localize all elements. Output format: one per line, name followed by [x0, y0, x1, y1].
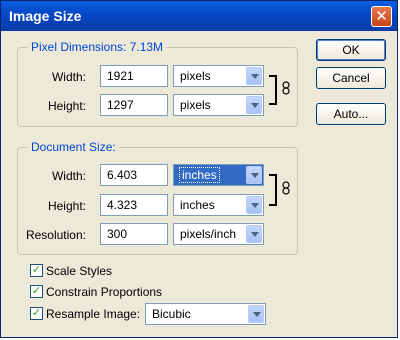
cancel-button[interactable]: Cancel: [316, 67, 386, 89]
doc-link-bracket: [269, 174, 277, 206]
pixel-width-unit-select[interactable]: pixels: [173, 65, 264, 87]
pixel-width-label: Width:: [51, 70, 86, 84]
doc-width-unit-value: inches: [179, 167, 220, 183]
chevron-down-icon[interactable]: [246, 96, 262, 114]
resample-method-select[interactable]: Bicubic: [145, 303, 266, 325]
chain-link-icon: [282, 81, 290, 95]
resolution-label: Resolution:: [25, 228, 86, 242]
pixel-width-input[interactable]: 1921: [100, 65, 168, 87]
chevron-down-icon[interactable]: [248, 305, 264, 323]
resample-image-label[interactable]: Resample Image:: [46, 307, 140, 321]
resolution-unit-select[interactable]: pixels/inch: [173, 223, 264, 245]
auto-button[interactable]: Auto...: [316, 103, 386, 125]
resample-image-checkbox[interactable]: ✓: [30, 306, 43, 320]
pixel-height-unit-select[interactable]: pixels: [173, 94, 264, 116]
resample-method-value: Bicubic: [152, 307, 191, 321]
close-icon: ✕: [375, 7, 388, 25]
pixel-link-bracket: [269, 75, 277, 105]
doc-height-input[interactable]: 4.323: [100, 194, 168, 216]
doc-width-input[interactable]: 6.403: [100, 164, 168, 186]
constrain-proportions-checkbox[interactable]: ✓: [30, 284, 43, 298]
doc-height-label: Height:: [47, 199, 86, 213]
pixel-height-unit-value: pixels: [180, 98, 211, 112]
constrain-proportions-label[interactable]: Constrain Proportions: [46, 285, 162, 299]
doc-height-unit-value: inches: [180, 198, 215, 212]
checkmark-icon: ✓: [31, 284, 42, 297]
doc-height-unit-select[interactable]: inches: [173, 194, 264, 216]
pixel-width-unit-value: pixels: [180, 69, 211, 83]
scale-styles-label[interactable]: Scale Styles: [46, 264, 112, 278]
checkmark-icon: ✓: [31, 306, 42, 319]
title-bar[interactable]: Image Size ✕: [1, 1, 397, 31]
doc-width-label: Width:: [51, 169, 86, 183]
chevron-down-icon[interactable]: [246, 225, 262, 243]
scale-styles-checkbox[interactable]: ✓: [30, 263, 43, 277]
pixel-height-input[interactable]: 1297: [100, 94, 168, 116]
window-title: Image Size: [9, 8, 82, 24]
document-size-legend: Document Size:: [28, 140, 119, 154]
doc-width-unit-select[interactable]: inches: [173, 164, 264, 186]
ok-button[interactable]: OK: [316, 39, 386, 61]
pixel-height-label: Height:: [47, 99, 86, 113]
checkmark-icon: ✓: [31, 263, 42, 276]
resolution-input[interactable]: 300: [100, 223, 168, 245]
chevron-down-icon[interactable]: [246, 166, 262, 184]
chain-link-icon: [282, 181, 290, 195]
chevron-down-icon[interactable]: [246, 196, 262, 214]
close-button[interactable]: ✕: [371, 6, 392, 27]
pixel-dimensions-legend: Pixel Dimensions: 7.13M: [28, 40, 167, 54]
resolution-unit-value: pixels/inch: [180, 227, 237, 241]
chevron-down-icon[interactable]: [246, 67, 262, 85]
image-size-dialog: Image Size ✕ Pixel Dimensions: 7.13M Wid…: [0, 0, 398, 338]
